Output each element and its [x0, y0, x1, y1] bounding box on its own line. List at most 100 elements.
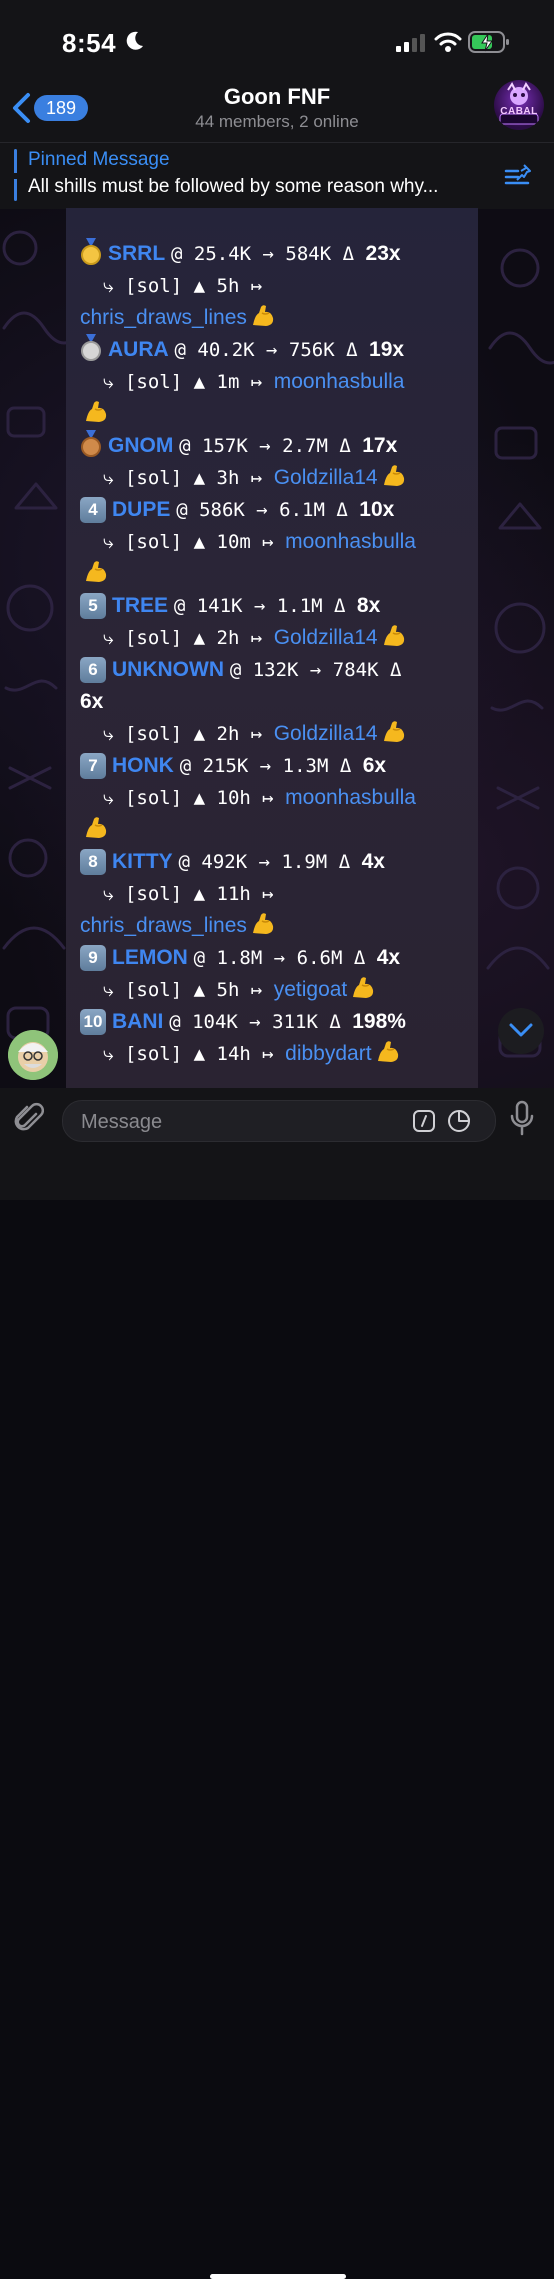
call-age: 5h: [216, 979, 240, 1001]
delta-symbol: Δ: [334, 339, 370, 361]
up-triangle: ▲: [182, 531, 217, 553]
scroll-to-bottom-button[interactable]: [498, 1008, 544, 1054]
arrow: →: [247, 851, 282, 873]
flexed-biceps-icon: [377, 1041, 398, 1062]
pinned-list-icon[interactable]: [502, 163, 532, 189]
cellular-signal-icon: [396, 34, 425, 52]
entry-mcap: @ 104K: [169, 1011, 238, 1033]
caller-username[interactable]: Goldzilla14: [274, 626, 378, 649]
chain-tag: [sol]: [124, 627, 183, 649]
reply-arrow: ⤷: [80, 883, 125, 905]
caller-username[interactable]: moonhasbulla: [285, 530, 416, 553]
token-ticker: TREE: [112, 594, 169, 617]
call-age: 5h: [216, 275, 240, 297]
message-line: ⤷ [sol] ▲ 2h ↦ Goldzilla14: [80, 622, 406, 654]
gain-multiple: 198%: [352, 1010, 406, 1033]
chain-tag: [sol]: [124, 275, 183, 297]
rank-keycap-icon: 9: [80, 945, 106, 971]
message-line: AURA @ 40.2K → 756K Δ 19x: [80, 334, 404, 366]
message-input-field[interactable]: [62, 1100, 496, 1142]
battery-charging-icon: [468, 31, 509, 53]
token-ticker: AURA: [108, 338, 169, 361]
message-line: 9 LEMON @ 1.8M → 6.6M Δ 4x: [80, 942, 400, 974]
reply-arrow: ⤷: [80, 467, 125, 489]
message-line: ⤷ [sol] ▲ 10m ↦ moonhasbulla: [80, 526, 416, 558]
arrow: →: [251, 243, 286, 265]
chain-tag: [sol]: [124, 467, 183, 489]
caller-username[interactable]: Goldzilla14: [274, 466, 378, 489]
sticker-icon[interactable]: [447, 1109, 471, 1133]
pinned-message-bar[interactable]: Pinned Message All shills must be follow…: [0, 142, 554, 209]
entry-mcap: @ 132K: [229, 659, 299, 681]
peak-mcap: 1.3M: [282, 755, 329, 777]
maps-arrow: ↦: [250, 1043, 286, 1065]
up-triangle: ▲: [182, 883, 217, 905]
message-line: chris_draws_lines: [80, 910, 275, 942]
chat-title[interactable]: Goon FNF: [0, 84, 554, 110]
gain-multiple: 17x: [362, 434, 398, 457]
bot-commands-icon[interactable]: [413, 1110, 435, 1132]
caller-username[interactable]: yetigoat: [274, 978, 348, 1001]
caller-username[interactable]: Goldzilla14: [274, 722, 378, 745]
peak-mcap: 784K: [332, 659, 379, 681]
peak-mcap: 6.6M: [296, 947, 343, 969]
rank-keycap-icon: 6: [80, 657, 106, 683]
group-avatar[interactable]: CABAL: [494, 80, 544, 130]
caller-username[interactable]: dibbydart: [285, 1042, 371, 1065]
message-line: SRRL @ 25.4K → 584K Δ 23x: [80, 238, 401, 270]
message-line: ⤷ [sol] ▲ 2h ↦ Goldzilla14: [80, 718, 406, 750]
message-line: ⤷ [sol] ▲ 11h ↦: [80, 878, 274, 910]
message-line: ⤷ [sol] ▲ 10h ↦ moonhasbulla: [80, 782, 416, 814]
flexed-biceps-icon: [86, 561, 107, 582]
maps-arrow: ↦: [239, 627, 274, 649]
message-input[interactable]: [79, 1107, 383, 1137]
rank-keycap-icon: 10: [80, 1009, 106, 1035]
entry-mcap: @ 586K: [176, 499, 245, 521]
entry-mcap: @ 25.4K: [171, 243, 252, 265]
gain-multiple: 8x: [356, 594, 381, 617]
up-triangle: ▲: [182, 723, 217, 745]
maps-arrow: ↦: [239, 275, 263, 297]
caller-username[interactable]: chris_draws_lines: [80, 306, 247, 329]
arrow: →: [254, 339, 289, 361]
maps-arrow: ↦: [239, 371, 274, 393]
delta-symbol: Δ: [342, 947, 377, 969]
peak-mcap: 1.1M: [276, 595, 323, 617]
reply-arrow: ⤷: [80, 787, 125, 809]
reply-arrow: ⤷: [80, 275, 125, 297]
reply-arrow: ⤷: [80, 723, 125, 745]
peak-mcap: 311K: [272, 1011, 318, 1033]
message-line: 5 TREE @ 141K → 1.1M Δ 8x: [80, 590, 380, 622]
delta-symbol: Δ: [324, 499, 360, 521]
caller-username[interactable]: moonhasbulla: [285, 786, 416, 809]
sender-avatar[interactable]: [8, 1030, 58, 1080]
delta-symbol: Δ: [378, 659, 402, 681]
chain-tag: [sol]: [124, 531, 183, 553]
delta-symbol: Δ: [331, 243, 366, 265]
call-age: 1m: [216, 371, 240, 393]
call-age: 2h: [216, 723, 240, 745]
arrow: →: [247, 435, 283, 457]
maps-arrow: ↦: [239, 723, 274, 745]
up-triangle: ▲: [182, 627, 217, 649]
gain-multiple: 19x: [369, 338, 405, 361]
message-line: [80, 814, 108, 846]
microphone-icon[interactable]: [510, 1100, 534, 1136]
message-bubble[interactable]: SRRL @ 25.4K → 584K Δ 23x ⤷ [sol] ▲ 5h ↦…: [66, 208, 478, 1088]
reply-arrow: ⤷: [80, 1043, 125, 1065]
home-indicator: [210, 2274, 346, 2279]
caller-username[interactable]: moonhasbulla: [274, 370, 405, 393]
flexed-biceps-icon: [86, 817, 107, 838]
token-ticker: SRRL: [108, 242, 166, 265]
arrow: →: [244, 499, 280, 521]
avatar-logo-text: CABAL: [500, 106, 538, 117]
caller-username[interactable]: chris_draws_lines: [80, 914, 247, 937]
attach-paperclip-icon[interactable]: [14, 1102, 44, 1136]
reply-arrow: ⤷: [80, 979, 125, 1001]
chain-tag: [sol]: [124, 371, 183, 393]
token-ticker: HONK: [112, 754, 174, 777]
message-line: ⤷ [sol] ▲ 14h ↦ dibbydart: [80, 1038, 400, 1070]
message-line: ⤷ [sol] ▲ 5h ↦: [80, 270, 262, 302]
chain-tag: [sol]: [124, 883, 183, 905]
message-line: 6x: [80, 686, 103, 718]
